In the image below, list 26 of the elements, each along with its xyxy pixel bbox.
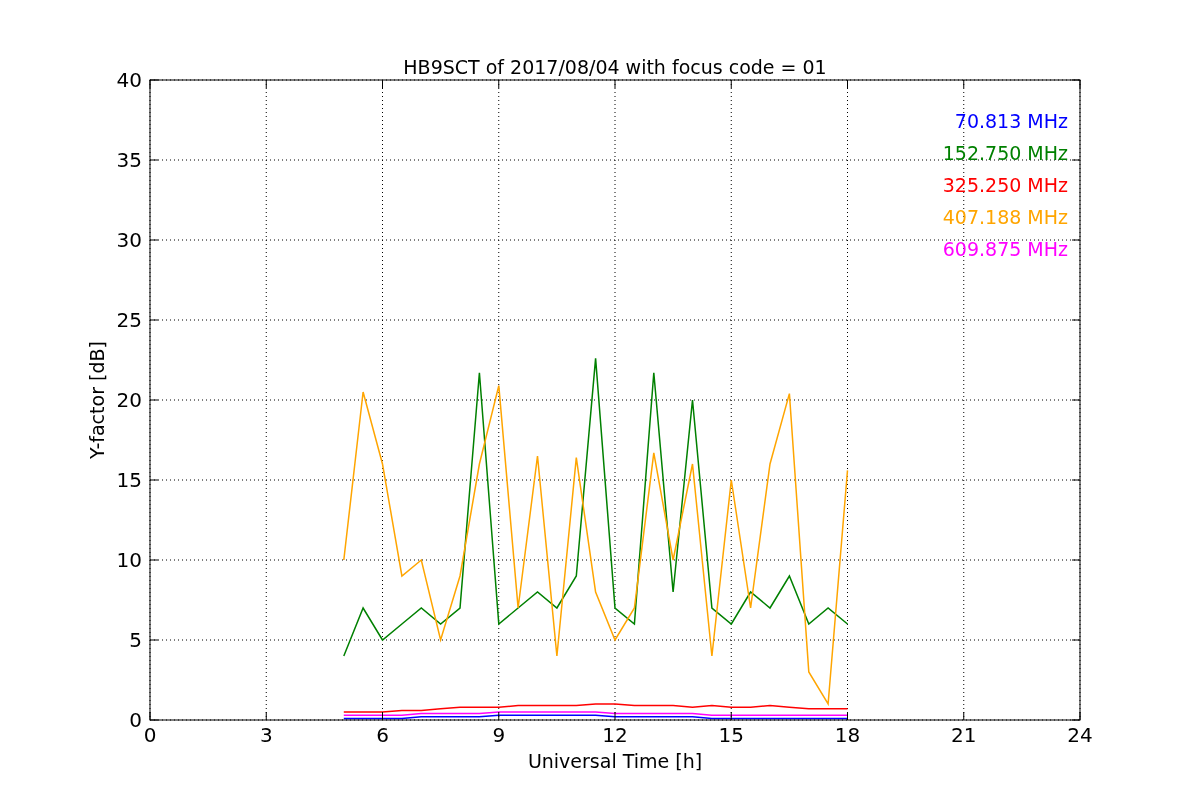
legend-label: 70.813 MHz — [954, 110, 1068, 132]
x-tick-label: 15 — [718, 723, 744, 747]
y-tick-label: 5 — [129, 628, 142, 652]
x-tick-label: 6 — [376, 723, 389, 747]
x-tick-label: 9 — [492, 723, 506, 747]
x-tick-label: 12 — [602, 723, 628, 747]
y-tick-label: 40 — [116, 68, 142, 92]
y-tick-label: 15 — [116, 468, 142, 492]
y-tick-label: 35 — [116, 148, 142, 172]
y-tick-label: 30 — [116, 228, 142, 252]
x-tick-label: 18 — [834, 723, 861, 747]
y-tick-label: 0 — [129, 708, 142, 732]
chart-title: HB9SCT of 2017/08/04 with focus code = 01 — [403, 56, 827, 78]
y-tick-label: 20 — [116, 388, 142, 412]
y-tick-label: 10 — [116, 548, 142, 572]
x-tick-label: 21 — [951, 723, 977, 747]
x-tick-label: 3 — [259, 723, 273, 747]
legend-label: 609.875 MHz — [942, 238, 1068, 260]
legend-label: 325.250 MHz — [942, 174, 1068, 196]
y-axis-label: Y-factor [dB] — [86, 341, 108, 459]
legend-label: 407.188 MHz — [942, 206, 1068, 228]
legend-label: 152.750 MHz — [942, 142, 1068, 164]
y-tick-label: 25 — [116, 308, 142, 332]
x-axis-label: Universal Time [h] — [527, 750, 703, 772]
x-tick-label: 24 — [1067, 723, 1093, 747]
x-tick-label: 0 — [143, 723, 157, 747]
